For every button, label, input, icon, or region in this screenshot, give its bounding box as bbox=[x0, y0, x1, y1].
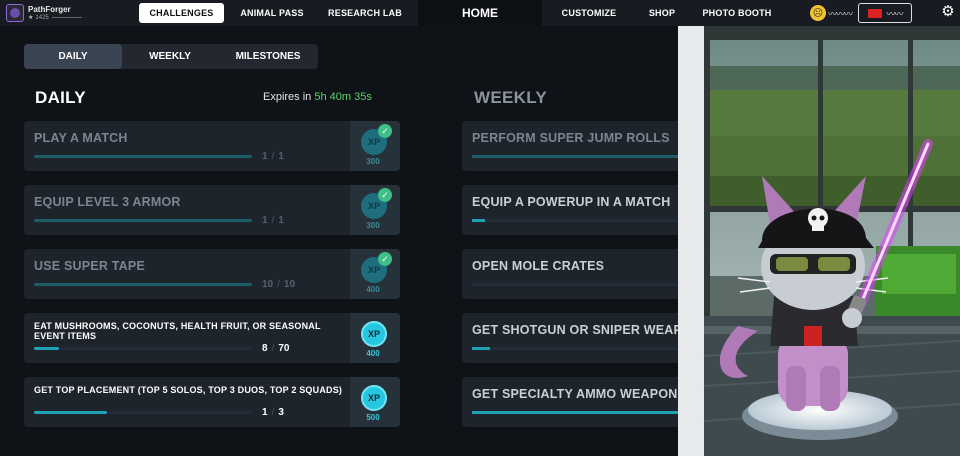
challenge-name: GET SPECIALTY AMMO WEAPON bbox=[472, 387, 678, 401]
xp-value: 300 bbox=[366, 157, 380, 166]
expires-label: Expires in bbox=[263, 91, 312, 103]
progress-text: 8/70 bbox=[262, 343, 290, 354]
player-profile[interactable]: PathForger ★ 1425 bbox=[6, 3, 82, 23]
daily-challenge-card[interactable]: GET TOP PLACEMENT (TOP 5 SOLOS, TOP 3 DU… bbox=[24, 377, 400, 427]
progress-total: 1 bbox=[278, 215, 284, 226]
character-scene-illustration bbox=[678, 26, 960, 456]
daily-challenge-card[interactable]: USE SUPER TAPE 10/10 XP ✓ 400 bbox=[24, 249, 400, 299]
progress-fill bbox=[472, 155, 678, 158]
player-name: PathForger bbox=[28, 4, 71, 14]
progress-current: 10 bbox=[262, 279, 274, 290]
challenge-name: EQUIP A POWERUP IN A MATCH bbox=[472, 195, 671, 209]
progress-fill bbox=[34, 219, 252, 222]
check-icon: ✓ bbox=[378, 252, 392, 266]
progress-fill bbox=[472, 347, 490, 350]
check-icon: ✓ bbox=[378, 124, 392, 138]
xp-value: 400 bbox=[366, 349, 380, 358]
level-star-icon: ★ bbox=[28, 14, 34, 21]
progress-current: 1 bbox=[262, 215, 268, 226]
progress-fill bbox=[34, 283, 252, 286]
tab-research-lab[interactable]: RESEARCH LAB bbox=[320, 3, 410, 23]
daily-title: DAILY bbox=[35, 88, 86, 107]
weekly-challenge-card[interactable]: OPEN MOLE CRATES bbox=[462, 249, 678, 299]
tab-home[interactable]: HOME bbox=[418, 0, 542, 26]
challenge-name: PERFORM SUPER JUMP ROLLS bbox=[472, 131, 670, 145]
progress-text: 10/10 bbox=[262, 279, 296, 290]
progress-bar bbox=[34, 411, 252, 414]
xp-icon: XP bbox=[361, 321, 387, 347]
progress-text: 1/3 bbox=[262, 407, 284, 418]
progress-fill bbox=[472, 411, 678, 414]
challenge-name: PLAY A MATCH bbox=[34, 131, 128, 145]
progress-bar bbox=[34, 283, 252, 286]
progress-text: 1/1 bbox=[262, 215, 284, 226]
progress-bar bbox=[472, 347, 678, 350]
gear-icon[interactable]: ⚙ bbox=[940, 4, 956, 20]
progress-bar bbox=[472, 283, 678, 286]
subtab-milestones[interactable]: MILESTONES bbox=[218, 44, 318, 69]
progress-bar bbox=[34, 155, 252, 158]
tab-animal-pass[interactable]: ANIMAL PASS bbox=[234, 3, 310, 23]
subtab-daily[interactable]: DAILY bbox=[24, 44, 122, 69]
progress-bar bbox=[472, 219, 678, 222]
progress-fill bbox=[34, 155, 252, 158]
tab-customize[interactable]: CUSTOMIZE bbox=[556, 3, 622, 23]
xp-reward: XP ✓ 300 bbox=[350, 121, 400, 171]
xp-reward: XP 500 bbox=[350, 377, 400, 427]
squiggle-decoration: 〰〰 bbox=[886, 8, 904, 19]
daily-challenge-card[interactable]: PLAY A MATCH 1/1 XP ✓ 300 bbox=[24, 121, 400, 171]
avatar bbox=[6, 4, 24, 22]
squiggle-decoration: 〰〰〰 bbox=[828, 8, 853, 19]
xp-value: 400 bbox=[366, 285, 380, 294]
progress-fill bbox=[34, 411, 107, 414]
challenge-name: USE SUPER TAPE bbox=[34, 259, 145, 273]
progress-total: 1 bbox=[278, 151, 284, 162]
top-nav-bar: PathForger ★ 1425 CHALLENGES ANIMAL PASS … bbox=[0, 0, 960, 26]
xp-value: 300 bbox=[366, 221, 380, 230]
character-preview bbox=[678, 26, 960, 456]
weekly-challenge-card[interactable]: EQUIP A POWERUP IN A MATCH bbox=[462, 185, 678, 235]
xp-reward: XP 400 bbox=[350, 313, 400, 363]
tab-challenges[interactable]: CHALLENGES bbox=[139, 3, 224, 23]
progress-total: 70 bbox=[278, 343, 290, 354]
weekly-title: WEEKLY bbox=[474, 88, 547, 107]
smiley-icon[interactable]: ☹ bbox=[810, 5, 826, 21]
currency-button[interactable]: 〰〰 bbox=[858, 3, 913, 23]
subtab-weekly[interactable]: WEEKLY bbox=[122, 44, 218, 69]
ticket-icon bbox=[867, 8, 882, 18]
xp-reward: XP ✓ 400 bbox=[350, 249, 400, 299]
expires-timer: Expires in 5h 40m 35s bbox=[263, 91, 372, 103]
check-icon: ✓ bbox=[378, 188, 392, 202]
progress-current: 1 bbox=[262, 151, 268, 162]
xp-icon: XP bbox=[361, 385, 387, 411]
progress-total: 10 bbox=[283, 279, 296, 290]
challenge-subtabs: DAILY WEEKLY MILESTONES bbox=[24, 44, 318, 69]
challenge-name: GET SHOTGUN OR SNIPER WEAPO bbox=[472, 323, 678, 337]
challenge-name: GET TOP PLACEMENT (TOP 5 SOLOS, TOP 3 DU… bbox=[34, 385, 343, 395]
expires-time: 5h 40m 35s bbox=[314, 91, 372, 103]
progress-bar bbox=[472, 411, 678, 414]
progress-bar bbox=[34, 347, 252, 350]
tab-shop[interactable]: SHOP bbox=[644, 3, 680, 23]
progress-fill bbox=[34, 347, 59, 350]
progress-bar bbox=[34, 219, 252, 222]
progress-total: 3 bbox=[278, 407, 284, 418]
daily-challenge-card[interactable]: EQUIP LEVEL 3 ARMOR 1/1 XP ✓ 300 bbox=[24, 185, 400, 235]
weekly-challenge-card[interactable]: GET SHOTGUN OR SNIPER WEAPO bbox=[462, 313, 678, 363]
challenge-name: EQUIP LEVEL 3 ARMOR bbox=[34, 195, 181, 209]
weekly-challenge-card[interactable]: PERFORM SUPER JUMP ROLLS bbox=[462, 121, 678, 171]
progress-bar bbox=[472, 155, 678, 158]
progress-text: 1/1 bbox=[262, 151, 284, 162]
tab-photo-booth[interactable]: PHOTO BOOTH bbox=[700, 3, 774, 23]
challenge-name: OPEN MOLE CRATES bbox=[472, 259, 605, 273]
player-level: 1425 bbox=[35, 14, 49, 21]
weekly-challenge-card[interactable]: GET SPECIALTY AMMO WEAPON bbox=[462, 377, 678, 427]
progress-current: 1 bbox=[262, 407, 268, 418]
challenge-name: EAT MUSHROOMS, COCONUTS, HEALTH FRUIT, O… bbox=[34, 321, 321, 341]
progress-current: 8 bbox=[262, 343, 268, 354]
xp-reward: XP ✓ 300 bbox=[350, 185, 400, 235]
xp-value: 500 bbox=[366, 413, 380, 422]
daily-challenge-card[interactable]: EAT MUSHROOMS, COCONUTS, HEALTH FRUIT, O… bbox=[24, 313, 400, 363]
progress-fill bbox=[472, 219, 486, 222]
